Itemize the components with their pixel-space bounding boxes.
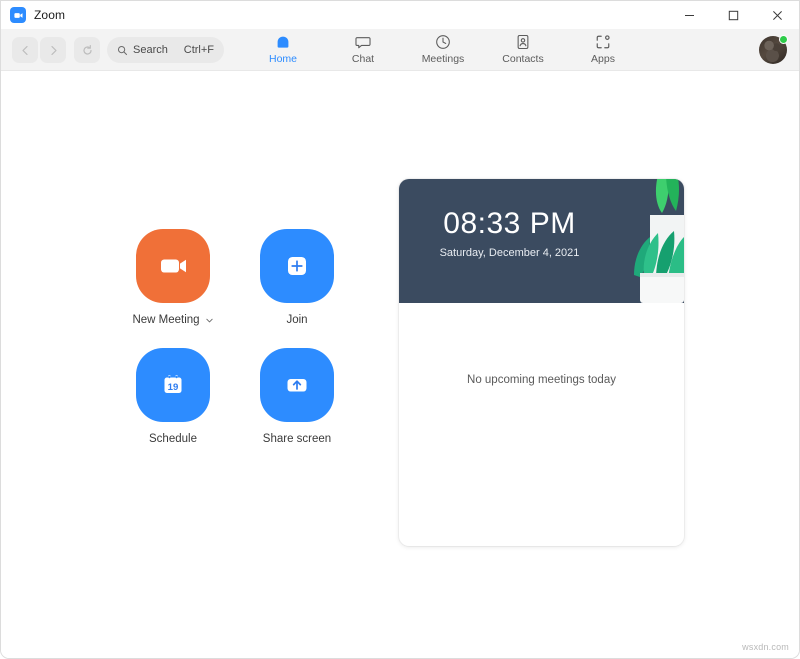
- clock-date: Saturday, December 4, 2021: [439, 247, 580, 259]
- schedule-label-row: Schedule: [149, 433, 197, 445]
- avatar[interactable]: [759, 35, 788, 64]
- tab-contacts-label: Contacts: [502, 53, 544, 65]
- clock-panel: 08:33 PM Saturday, December 4, 2021: [399, 179, 684, 303]
- tab-home-label: Home: [268, 53, 297, 65]
- main-toolbar: Search Ctrl+F Home Chat Meetings Contact…: [1, 29, 799, 71]
- window-title: Zoom: [34, 8, 66, 22]
- clock-time: 08:33 PM: [443, 207, 576, 240]
- share-arrow-icon: [260, 348, 334, 422]
- forward-button[interactable]: [40, 37, 66, 63]
- schedule-label: Schedule: [149, 433, 197, 445]
- refresh-button[interactable]: [74, 37, 100, 63]
- empty-state-text: No upcoming meetings today: [467, 374, 616, 386]
- tab-meetings-label: Meetings: [421, 53, 465, 65]
- quick-actions-grid: New Meeting Join 19 Schedule Share scree…: [111, 229, 361, 445]
- navigation-tabs: Home Chat Meetings Contacts Apps: [253, 29, 633, 74]
- new-meeting-button[interactable]: New Meeting: [111, 229, 235, 326]
- video-camera-icon: [136, 229, 210, 303]
- search-placeholder: Search: [133, 44, 168, 56]
- main-content: New Meeting Join 19 Schedule Share scree…: [1, 71, 799, 658]
- maximize-button[interactable]: [711, 1, 755, 29]
- chevron-down-icon[interactable]: [205, 316, 214, 325]
- share-screen-button[interactable]: Share screen: [235, 348, 359, 445]
- tab-meetings[interactable]: Meetings: [413, 32, 473, 65]
- schedule-button[interactable]: 19 Schedule: [111, 348, 235, 445]
- back-button[interactable]: [12, 37, 38, 63]
- search-icon: [117, 45, 128, 56]
- contacts-icon: [514, 32, 532, 52]
- potted-plant-illustration: [634, 179, 684, 303]
- meetings-card: 08:33 PM Saturday, December 4, 2021 No u…: [399, 179, 684, 546]
- calendar-icon: 19: [136, 348, 210, 422]
- window-controls: [667, 1, 799, 29]
- status-badge: [779, 35, 788, 44]
- new-meeting-label: New Meeting: [132, 314, 200, 326]
- tab-apps-label: Apps: [591, 53, 615, 65]
- clock-icon: [434, 32, 452, 52]
- zoom-camera-logo-icon: [10, 7, 26, 23]
- join-button[interactable]: Join: [235, 229, 359, 326]
- new-meeting-label-row: New Meeting: [132, 314, 213, 326]
- minimize-button[interactable]: [667, 1, 711, 29]
- tab-contacts[interactable]: Contacts: [493, 32, 553, 65]
- share-screen-label-row: Share screen: [263, 433, 331, 445]
- search-input[interactable]: Search Ctrl+F: [107, 37, 224, 63]
- tab-chat-label: Chat: [351, 53, 375, 65]
- apps-icon: [594, 32, 612, 52]
- title-bar-left: Zoom: [1, 7, 65, 23]
- tab-apps[interactable]: Apps: [573, 32, 633, 65]
- watermark: wsxdn.com: [742, 642, 789, 652]
- share-screen-label: Share screen: [262, 433, 332, 445]
- join-label-row: Join: [286, 314, 307, 326]
- search-shortcut-label: Ctrl+F: [183, 44, 214, 56]
- plus-square-icon: [260, 229, 334, 303]
- title-bar: Zoom: [1, 1, 799, 29]
- tab-chat[interactable]: Chat: [333, 32, 393, 65]
- calendar-day-number: 19: [168, 382, 179, 393]
- close-button[interactable]: [755, 1, 799, 29]
- zoom-app-window: Zoom Search Ctrl+F Home Chat Meetings Co…: [0, 0, 800, 659]
- join-label: Join: [286, 314, 308, 326]
- home-icon: [274, 32, 292, 52]
- tab-home[interactable]: Home: [253, 32, 313, 65]
- chat-icon: [354, 32, 372, 52]
